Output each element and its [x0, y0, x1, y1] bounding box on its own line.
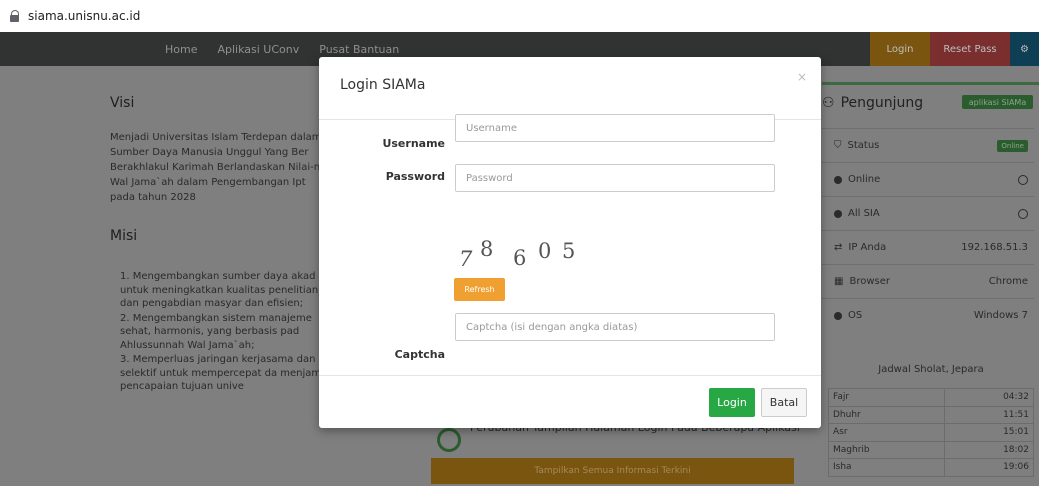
prayer-name: Dhuhr: [827, 405, 946, 424]
captcha-digit: 8: [480, 237, 494, 261]
nav-login-button[interactable]: Login: [870, 32, 930, 66]
os-value: Windows 7: [973, 310, 1028, 321]
password-label: Password: [385, 170, 445, 183]
online-count-icon: [1018, 174, 1028, 185]
prayer-name: Isha: [827, 458, 946, 477]
url-text[interactable]: siama.unisnu.ac.id: [28, 9, 140, 23]
table-row: Asr 15:01: [827, 423, 1034, 442]
show-all-info-button[interactable]: Tampilkan Semua Informasi Terkini: [431, 458, 794, 484]
prayer-time: 19:06: [944, 458, 1034, 477]
prayer-name: Fajr: [827, 388, 946, 407]
misi-item: 3. Memperluas jaringan kerjasama dan sel…: [120, 354, 331, 392]
table-row: Isha 19:06: [827, 458, 1034, 477]
misi-item: 2. Mengembangkan sistem manajeme sehat, …: [120, 312, 312, 351]
pengunjung-title-text: Pengunjung: [840, 95, 924, 111]
status-label: Status: [847, 140, 880, 151]
visi-title: Visi: [110, 95, 135, 111]
nav-gear-button[interactable]: ⚙: [1010, 32, 1039, 66]
captcha-image: 7 8 6 0 5: [447, 237, 607, 282]
prayer-name: Asr: [827, 423, 946, 442]
captcha-label: Captcha: [394, 348, 445, 361]
browser-value: Chrome: [988, 276, 1028, 287]
ip-value: 192.168.51.3: [961, 242, 1028, 253]
nav-home[interactable]: Home: [165, 43, 197, 56]
nav-aplikasi-uconv[interactable]: Aplikasi UConv: [217, 43, 299, 56]
visi-text: Menjadi Universitas Islam Terdepan dalam…: [110, 132, 322, 203]
browser-icon: ▦: [834, 276, 844, 287]
captcha-digit: 0: [538, 239, 552, 263]
username-label: Username: [382, 137, 445, 150]
ip-row: ⇄ IP Anda 192.168.51.3: [822, 230, 1034, 264]
pengunjung-title: ⚇ Pengunjung: [822, 95, 923, 111]
browser-label: Browser: [849, 276, 890, 287]
captcha-digit: 6: [513, 246, 527, 270]
os-row: OS Windows 7: [822, 298, 1034, 332]
misi-list: 1. Mengembangkan sumber daya akad untuk …: [120, 270, 335, 395]
online-label: Online: [848, 174, 881, 185]
misi-item: 1. Mengembangkan sumber daya akad untuk …: [120, 271, 322, 309]
nav-login-label: Login: [886, 43, 914, 55]
password-input[interactable]: [455, 164, 775, 192]
table-row: Dhuhr 11:51: [827, 405, 1034, 424]
prayer-time: 15:01: [944, 423, 1034, 442]
cancel-button[interactable]: Batal: [761, 388, 807, 417]
online-row: Online: [822, 162, 1034, 196]
modal-header: Login SIAMa ×: [319, 57, 821, 120]
users-icon: ⚇: [822, 95, 835, 111]
lock-icon: [10, 10, 20, 22]
captcha-input[interactable]: [455, 313, 775, 341]
status-badge: Online: [997, 139, 1028, 152]
all-sia-row: All SIA: [822, 196, 1034, 230]
misi-title: Misi: [110, 228, 138, 244]
address-bar[interactable]: siama.unisnu.ac.id: [0, 0, 1039, 32]
nav-reset-label: Reset Pass: [943, 43, 997, 55]
network-icon: ⇄: [834, 242, 843, 253]
jadwal-title: Jadwal Sholat, Jepara: [878, 364, 984, 375]
gear-icon: ⚙: [1020, 43, 1029, 55]
refresh-captcha-button[interactable]: Refresh: [454, 278, 505, 301]
login-modal: Login SIAMa × Username Password 7 8 6 0 …: [319, 57, 821, 428]
news-logo-icon: [437, 428, 461, 452]
login-button[interactable]: Login: [709, 388, 755, 417]
modal-footer: Login Batal: [319, 375, 821, 428]
jadwal-table: Fajr 04:32 Dhuhr 11:51 Asr 15:01 Maghrib 18:…: [827, 388, 1034, 477]
all-sia-label: All SIA: [848, 208, 880, 219]
table-row: Maghrib 18:02: [827, 440, 1034, 459]
modal-title: Login SIAMa: [340, 77, 426, 93]
os-label: OS: [848, 310, 863, 321]
nav-reset-pass-button[interactable]: Reset Pass: [930, 32, 1010, 66]
os-icon: [834, 311, 842, 320]
prayer-name: Maghrib: [827, 440, 946, 459]
username-input[interactable]: [455, 114, 775, 142]
ip-label: IP Anda: [848, 242, 887, 253]
nav-pusat-bantuan[interactable]: Pusat Bantuan: [319, 43, 399, 56]
status-icon: ⛉: [834, 140, 842, 151]
captcha-digit: 5: [562, 239, 576, 263]
prayer-time: 04:32: [944, 388, 1034, 407]
close-icon[interactable]: ×: [797, 70, 807, 84]
prayer-time: 18:02: [944, 440, 1034, 459]
user-icon: [834, 175, 842, 184]
user-icon: [834, 209, 842, 218]
browser-row: ▦ Browser Chrome: [822, 264, 1034, 298]
captcha-digit: 7: [459, 247, 473, 271]
table-row: Fajr 04:32: [827, 388, 1034, 407]
aplikasi-siama-badge: aplikasi SIAMa: [962, 95, 1033, 109]
prayer-time: 11:51: [944, 405, 1034, 424]
all-sia-count-icon: [1018, 208, 1028, 219]
right-panel-border: [822, 82, 1039, 85]
status-row: ⛉ Status Online: [822, 128, 1034, 162]
